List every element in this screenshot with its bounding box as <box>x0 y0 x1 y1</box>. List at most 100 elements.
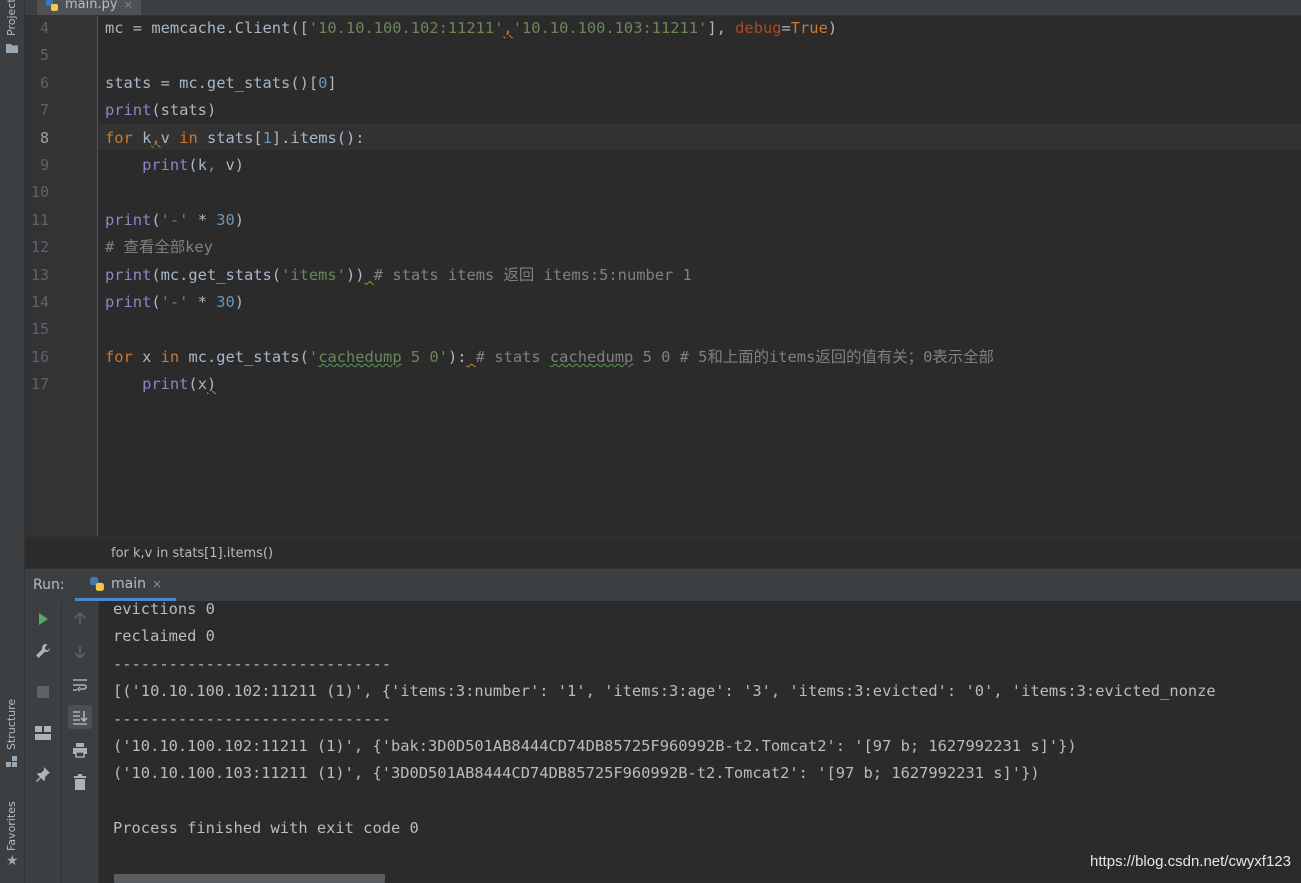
printer-icon <box>73 743 87 758</box>
code-token: stats[ <box>197 128 263 147</box>
code-token: (x <box>188 375 207 394</box>
code-token: v) <box>216 156 245 174</box>
wrench-icon <box>36 644 50 658</box>
editor-tab-bar: main.py × <box>25 0 1301 16</box>
run-tab-main[interactable]: main × <box>75 569 177 601</box>
project-tool-tab[interactable]: Project <box>0 0 24 60</box>
trash-icon <box>74 774 86 790</box>
code-token: = <box>781 19 791 37</box>
code-token: )) <box>345 265 365 284</box>
code-token: v <box>160 128 180 147</box>
code-token: ) <box>234 210 245 229</box>
console-line: ('10.10.100.102:11211 (1)', {'bak:3D0D50… <box>113 737 1077 755</box>
line-number: 10 <box>30 183 49 202</box>
code-token: print <box>105 101 152 120</box>
clear-all-button[interactable] <box>68 770 92 794</box>
code-token: * <box>188 293 217 311</box>
breadcrumb: for k,v in stats[1].items() <box>25 537 1301 568</box>
code-token: , <box>206 156 217 174</box>
python-file-icon <box>46 0 58 11</box>
code-token: cachedump <box>318 347 402 366</box>
favorites-tool-tab[interactable]: Favorites ★ <box>0 795 24 875</box>
code-token: in <box>179 128 198 147</box>
code-token: ( <box>151 210 161 229</box>
play-icon <box>39 613 48 625</box>
line-number: 16 <box>30 347 49 366</box>
code-token: ): <box>447 347 467 366</box>
console-line: evictions 0 <box>113 601 215 618</box>
soft-wrap-button[interactable] <box>68 673 92 697</box>
restore-layout-button[interactable] <box>31 721 55 745</box>
scroll-to-end-icon <box>73 711 88 725</box>
code-token: for <box>105 128 133 147</box>
line-number: 4 <box>39 19 49 37</box>
stop-button[interactable] <box>31 680 55 704</box>
code-line: stats = mc.get_stats()[0] <box>105 75 337 91</box>
scroll-down-button[interactable] <box>68 640 92 664</box>
console-line: Process finished with exit code 0 <box>113 819 419 838</box>
code-token: for <box>105 347 133 366</box>
code-token: mc.get_stats( <box>179 347 309 366</box>
console-line: ------------------------------ <box>113 654 391 673</box>
code-token: (stats) <box>151 101 217 120</box>
line-number: 14 <box>30 293 49 311</box>
code-token: ], <box>707 19 736 37</box>
tab-close-icon[interactable]: × <box>124 0 133 11</box>
stop-icon <box>37 686 49 698</box>
line-number: 7 <box>39 101 49 120</box>
code-token: cachedump <box>549 347 634 366</box>
code-token: print <box>142 375 189 394</box>
print-button[interactable] <box>68 738 92 762</box>
code-token: stats = mc.get_stats()[ <box>105 73 319 92</box>
code-line: for k,v in stats[1].items(): <box>105 130 365 146</box>
code-token: print <box>105 265 152 284</box>
code-token: # stats <box>475 347 550 366</box>
console-line: [('10.10.100.102:11211 (1)', {'items:3:n… <box>113 682 1216 701</box>
code-token: 5 0 # 5和上面的items返回的值有关；0表示全部 <box>633 347 994 366</box>
line-number: 5 <box>39 46 49 65</box>
project-tab-label: Project <box>5 0 18 36</box>
code-token: '10.10.100.102:11211' <box>308 19 504 37</box>
arrow-down-icon <box>74 646 86 659</box>
tab-main-py[interactable]: main.py × <box>37 0 141 15</box>
layout-icon <box>35 726 51 740</box>
run-toolbar-primary <box>25 601 62 883</box>
code-line: mc = memcache.Client(['10.10.100.102:112… <box>105 20 837 36</box>
scroll-up-button[interactable] <box>68 607 92 631</box>
code-line: print(x) <box>105 376 216 392</box>
code-line: print(mc.get_stats('items')) # stats ite… <box>105 267 692 283</box>
code-line: print(stats) <box>105 102 216 118</box>
left-tool-strip: Project Structure Favorites ★ <box>0 0 25 883</box>
run-tab-close-icon[interactable]: × <box>152 577 162 591</box>
code-token: # stats items 返回 items:5:number 1 <box>373 265 692 284</box>
code-token: in <box>160 347 180 366</box>
soft-wrap-icon <box>73 679 87 692</box>
code-token: '10.10.100.103:11211' <box>512 19 708 37</box>
rerun-button[interactable] <box>31 607 55 631</box>
favorites-tab-label: Favorites <box>5 801 18 851</box>
console-output[interactable]: evictions 0 reclaimed 0 ------------------… <box>99 601 1301 883</box>
code-token: '-' <box>160 210 189 229</box>
structure-tool-tab[interactable]: Structure <box>0 688 24 770</box>
run-panel-header: Run: main × <box>25 568 1301 602</box>
code-token: print <box>142 156 189 174</box>
code-token: debug <box>735 19 782 37</box>
edit-configuration-button[interactable] <box>31 639 55 663</box>
line-number: 8 <box>39 128 49 147</box>
horizontal-scrollbar[interactable] <box>114 874 385 883</box>
code-token: x <box>132 347 161 366</box>
breadcrumb-item[interactable]: for k,v in stats[1].items() <box>111 546 273 561</box>
code-token: '-' <box>160 293 189 311</box>
line-number-gutter: 4 5 6 7 8 9 10 11 12 13 14 15 16 17 <box>25 16 98 536</box>
line-number: 15 <box>30 320 49 339</box>
pin-tab-button[interactable] <box>31 762 55 786</box>
code-editor[interactable]: mc = memcache.Client(['10.10.100.102:112… <box>98 16 1301 536</box>
code-token: ( <box>151 293 161 311</box>
line-number: 11 <box>30 210 49 229</box>
scroll-to-end-button[interactable] <box>68 705 92 729</box>
run-tab-label: main <box>111 575 146 592</box>
line-number: 12 <box>30 238 49 257</box>
